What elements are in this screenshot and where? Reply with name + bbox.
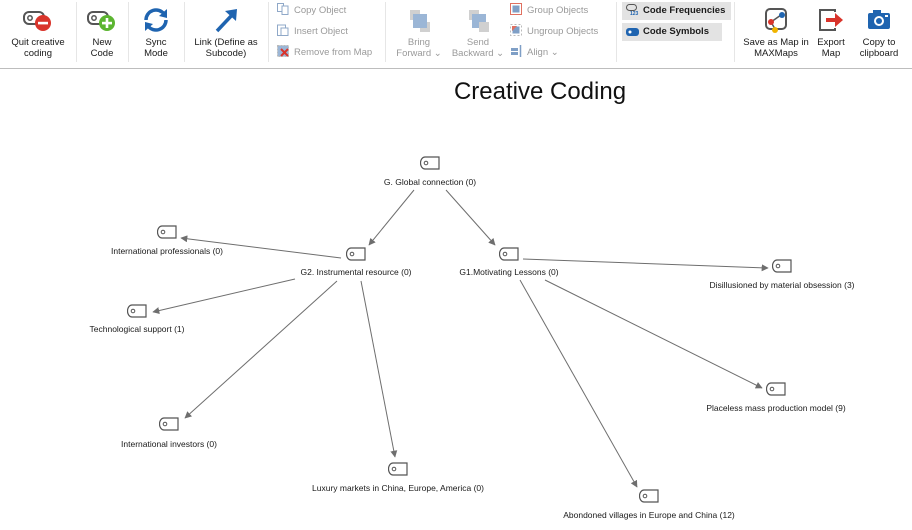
code-node-label[interactable]: G. Global connection (0) (384, 177, 476, 187)
edge-g-g1[interactable] (445, 189, 496, 246)
code-tag-icon (157, 225, 177, 239)
code-node-icon[interactable] (420, 156, 440, 170)
code-node-icon[interactable] (766, 382, 786, 396)
code-node-label[interactable]: Technological support (1) (90, 324, 185, 334)
edge-g1-dm[interactable] (522, 258, 769, 272)
code-node-label[interactable]: Placeless mass production model (9) (706, 403, 845, 413)
code-tag-icon (639, 489, 659, 503)
edge-g2-ts[interactable] (152, 278, 296, 314)
code-node-icon[interactable] (499, 247, 519, 261)
edge-g-g2[interactable] (368, 189, 415, 246)
edge-g2-ii[interactable] (184, 280, 338, 419)
code-tag-icon (127, 304, 147, 318)
code-node-label[interactable]: G1.Motivating Lessons (0) (459, 267, 558, 277)
code-tag-icon (346, 247, 366, 261)
code-tag-icon (766, 382, 786, 396)
code-tag-icon (499, 247, 519, 261)
code-node-icon[interactable] (346, 247, 366, 261)
code-tag-icon (388, 462, 408, 476)
code-node-icon[interactable] (639, 489, 659, 503)
code-node-label[interactable]: International investors (0) (121, 439, 217, 449)
edge-g1-av[interactable] (519, 279, 638, 488)
code-node-icon[interactable] (157, 225, 177, 239)
code-node-icon[interactable] (388, 462, 408, 476)
code-tag-icon (159, 417, 179, 431)
code-node-label[interactable]: Abondoned villages in Europe and China (… (563, 510, 735, 520)
edge-g1-pm[interactable] (544, 279, 763, 389)
code-node-label[interactable]: International professionals (0) (111, 246, 223, 256)
edge-g2-lm[interactable] (360, 280, 398, 458)
code-node-label[interactable]: G2. Instrumental resource (0) (300, 267, 411, 277)
code-node-label[interactable]: Luxury markets in China, Europe, America… (312, 483, 484, 493)
code-node-label[interactable]: Disillusioned by material obsession (3) (709, 280, 854, 290)
code-tag-icon (772, 259, 792, 273)
code-node-icon[interactable] (127, 304, 147, 318)
code-tag-icon (420, 156, 440, 170)
code-node-icon[interactable] (772, 259, 792, 273)
code-node-icon[interactable] (159, 417, 179, 431)
